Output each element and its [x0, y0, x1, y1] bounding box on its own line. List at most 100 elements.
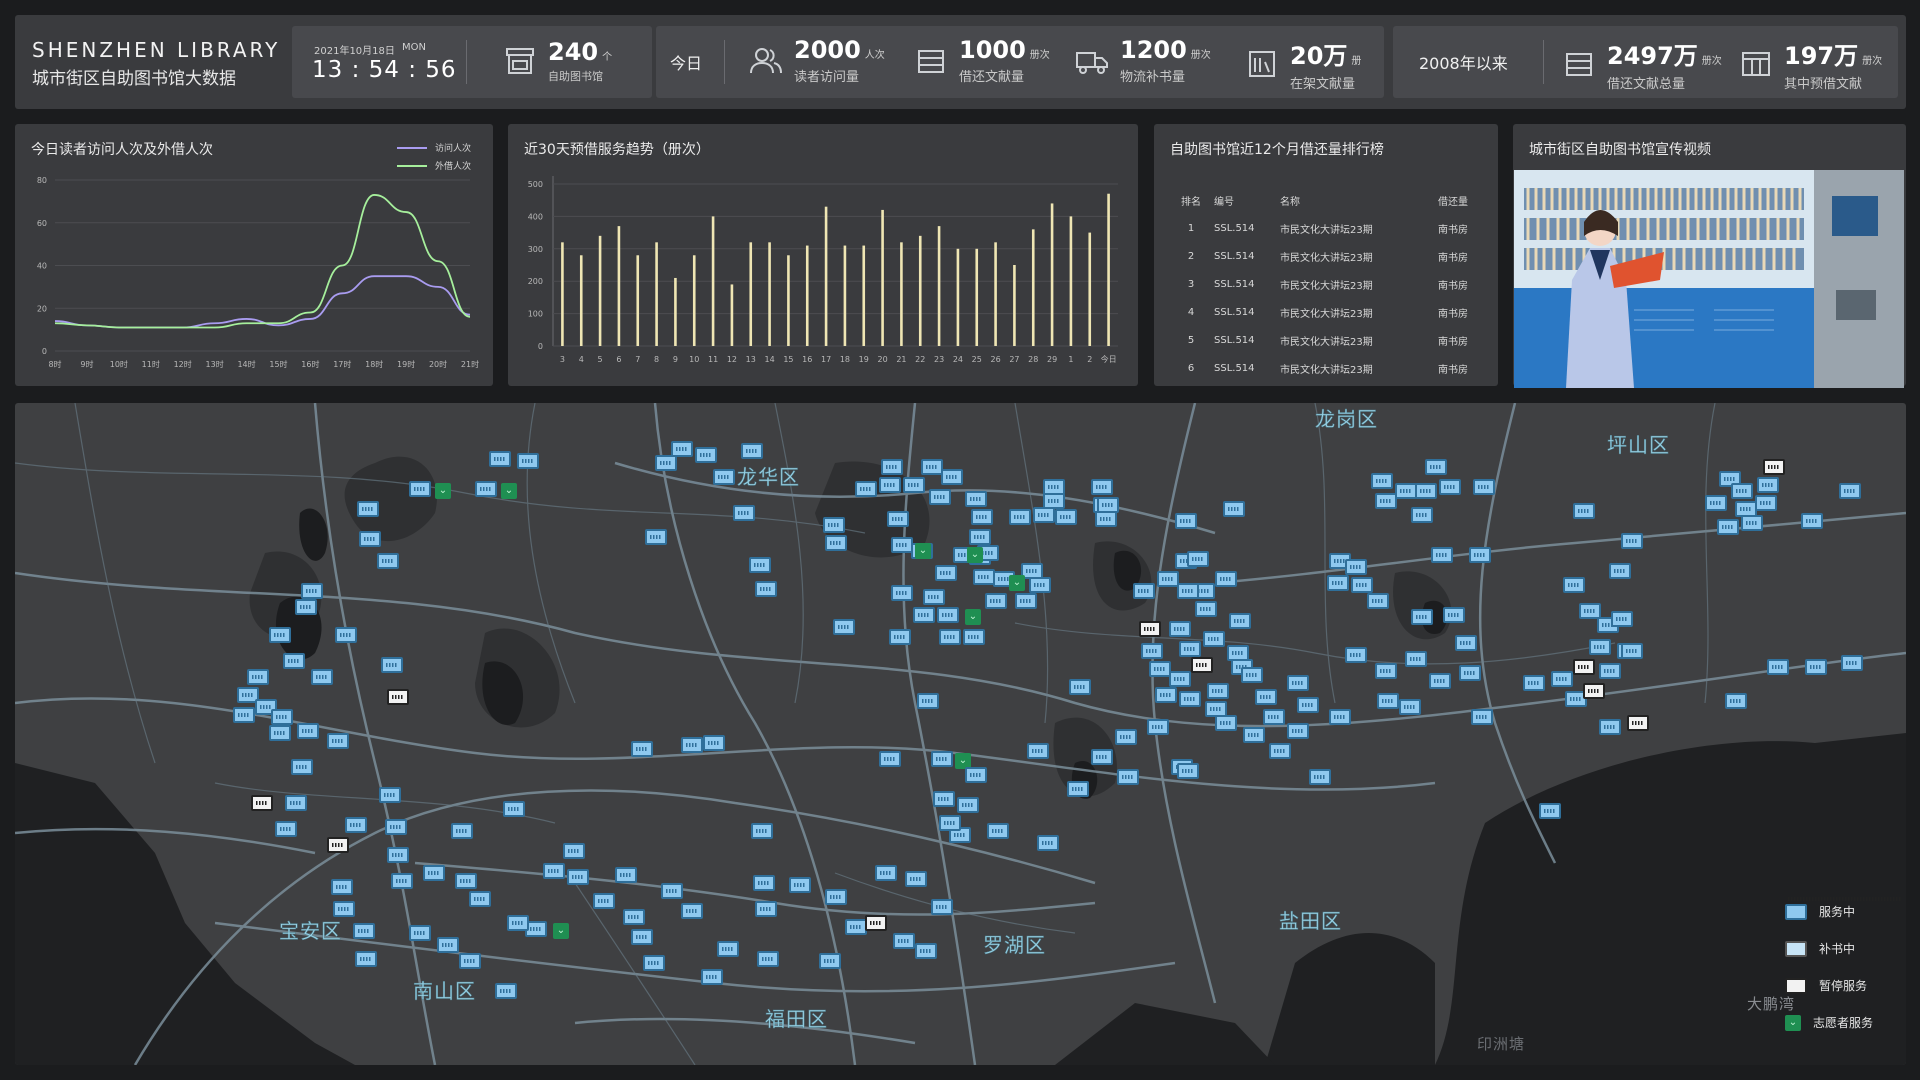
volunteer-marker[interactable]: ⌄ — [435, 483, 451, 499]
library-marker[interactable] — [357, 501, 379, 517]
library-marker[interactable] — [1327, 575, 1349, 591]
library-marker[interactable] — [965, 491, 987, 507]
library-marker[interactable] — [643, 955, 665, 971]
library-marker[interactable] — [1037, 835, 1059, 851]
library-marker[interactable] — [1169, 671, 1191, 687]
library-marker[interactable] — [939, 815, 961, 831]
library-marker[interactable] — [631, 929, 653, 945]
library-marker[interactable] — [703, 735, 725, 751]
library-marker[interactable] — [941, 469, 963, 485]
library-marker[interactable] — [749, 557, 771, 573]
library-marker[interactable] — [929, 489, 951, 505]
library-marker[interactable] — [1345, 559, 1367, 575]
library-marker[interactable] — [1033, 507, 1055, 523]
library-marker[interactable] — [1091, 479, 1113, 495]
library-marker-paused[interactable] — [251, 795, 273, 811]
legend-item-volunteer[interactable]: ⌄ 志愿者服务 — [1785, 1004, 1905, 1041]
library-marker[interactable] — [645, 529, 667, 545]
library-marker[interactable] — [385, 819, 407, 835]
library-marker[interactable] — [1115, 729, 1137, 745]
library-marker[interactable] — [1725, 693, 1747, 709]
library-marker[interactable] — [563, 843, 585, 859]
library-marker[interactable] — [1429, 673, 1451, 689]
library-marker[interactable] — [1375, 493, 1397, 509]
library-marker[interactable] — [1157, 571, 1179, 587]
library-marker[interactable] — [1229, 613, 1251, 629]
library-marker[interactable] — [543, 863, 565, 879]
library-marker[interactable] — [889, 629, 911, 645]
library-marker[interactable] — [327, 733, 349, 749]
library-marker[interactable] — [1175, 513, 1197, 529]
library-marker[interactable] — [1067, 781, 1089, 797]
library-marker[interactable] — [1027, 743, 1049, 759]
library-marker[interactable] — [681, 737, 703, 753]
library-marker[interactable] — [957, 797, 979, 813]
library-marker[interactable] — [507, 915, 529, 931]
library-marker[interactable] — [301, 583, 323, 599]
volunteer-marker[interactable]: ⌄ — [501, 483, 517, 499]
library-marker[interactable] — [757, 951, 779, 967]
library-marker[interactable] — [741, 443, 763, 459]
library-marker[interactable] — [875, 865, 897, 881]
library-marker[interactable] — [1469, 547, 1491, 563]
library-marker-paused[interactable] — [387, 689, 409, 705]
library-marker[interactable] — [623, 909, 645, 925]
library-marker[interactable] — [825, 535, 847, 551]
library-marker[interactable] — [1015, 593, 1037, 609]
library-marker[interactable] — [1473, 479, 1495, 495]
library-marker[interactable] — [517, 453, 539, 469]
library-marker[interactable] — [1207, 683, 1229, 699]
library-marker[interactable] — [1377, 693, 1399, 709]
library-marker[interactable] — [1179, 641, 1201, 657]
library-marker[interactable] — [1801, 513, 1823, 529]
library-marker[interactable] — [751, 823, 773, 839]
volunteer-marker[interactable]: ⌄ — [553, 923, 569, 939]
library-marker[interactable] — [1043, 493, 1065, 509]
library-marker[interactable] — [269, 725, 291, 741]
library-marker[interactable] — [615, 867, 637, 883]
library-marker[interactable] — [1367, 593, 1389, 609]
library-marker[interactable] — [1757, 477, 1779, 493]
library-marker[interactable] — [965, 767, 987, 783]
library-marker[interactable] — [423, 865, 445, 881]
table-row[interactable]: 4 SSL.514 市民文化大讲坛23期 南书房 — [1168, 298, 1486, 326]
library-marker[interactable] — [285, 795, 307, 811]
library-marker[interactable] — [701, 969, 723, 985]
library-marker[interactable] — [661, 883, 683, 899]
library-marker[interactable] — [1177, 763, 1199, 779]
library-marker[interactable] — [717, 941, 739, 957]
library-marker[interactable] — [1095, 511, 1117, 527]
library-marker[interactable] — [903, 477, 925, 493]
library-marker[interactable] — [755, 581, 777, 597]
library-marker[interactable] — [1009, 509, 1031, 525]
library-marker[interactable] — [891, 537, 913, 553]
library-marker[interactable] — [1055, 509, 1077, 525]
library-marker[interactable] — [1443, 607, 1465, 623]
library-marker[interactable] — [939, 629, 961, 645]
library-marker[interactable] — [823, 517, 845, 533]
library-marker[interactable] — [345, 817, 367, 833]
library-marker[interactable] — [269, 627, 291, 643]
library-marker[interactable] — [845, 919, 867, 935]
library-marker[interactable] — [1399, 699, 1421, 715]
table-row[interactable]: 2 SSL.514 市民文化大讲坛23期 南书房 — [1168, 242, 1486, 270]
promo-video[interactable] — [1514, 170, 1904, 388]
library-marker[interactable] — [1215, 571, 1237, 587]
library-marker[interactable] — [275, 821, 297, 837]
library-marker[interactable] — [833, 619, 855, 635]
legend-item-paused[interactable]: 暂停服务 — [1785, 967, 1905, 1004]
legend-item-restocking[interactable]: 补书中 — [1785, 930, 1905, 967]
library-marker[interactable] — [1609, 563, 1631, 579]
library-marker[interactable] — [353, 923, 375, 939]
library-marker[interactable] — [1589, 639, 1611, 655]
library-marker-paused[interactable] — [865, 915, 887, 931]
library-marker[interactable] — [789, 877, 811, 893]
library-marker-paused[interactable] — [1191, 657, 1213, 673]
library-marker[interactable] — [1539, 803, 1561, 819]
library-marker[interactable] — [971, 509, 993, 525]
library-marker[interactable] — [1599, 663, 1621, 679]
library-marker[interactable] — [931, 751, 953, 767]
library-marker[interactable] — [973, 569, 995, 585]
library-marker[interactable] — [1375, 663, 1397, 679]
library-marker[interactable] — [567, 869, 589, 885]
